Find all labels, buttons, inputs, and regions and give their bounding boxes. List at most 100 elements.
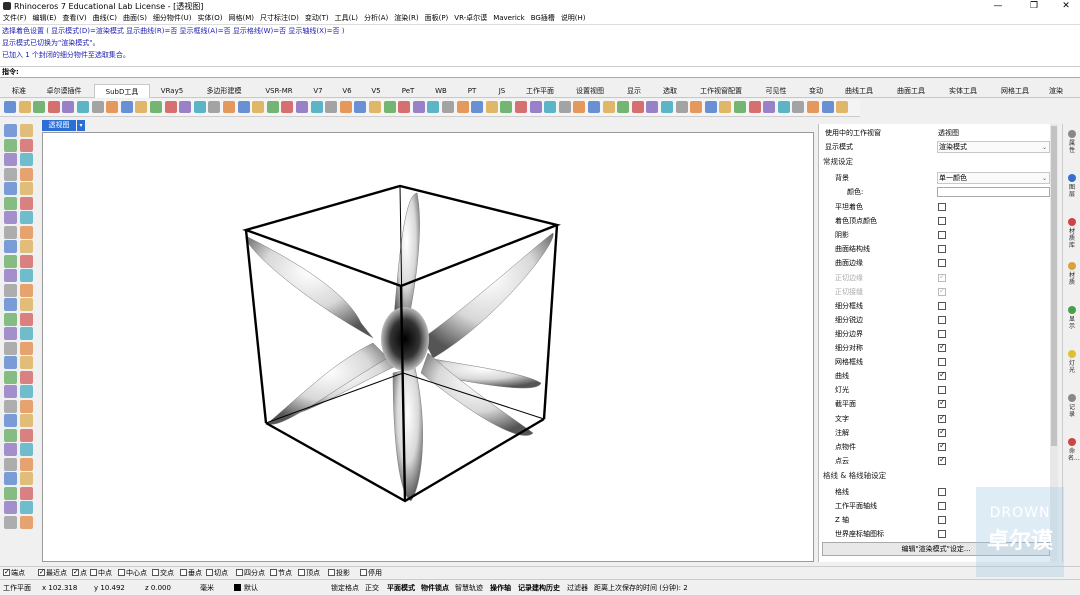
tool-icon[interactable]	[4, 298, 17, 311]
tool-icon[interactable]	[20, 428, 33, 442]
menu-file[interactable]: 文件(F)	[3, 12, 27, 24]
tool-icon[interactable]	[4, 225, 17, 239]
checkbox[interactable]	[938, 358, 946, 367]
subd-tool-icon[interactable]	[354, 101, 367, 113]
tab-js[interactable]: JS	[489, 84, 515, 98]
minimize-button[interactable]: —	[984, 0, 1012, 12]
osnap-checkbox[interactable]	[118, 569, 125, 576]
osnap-toggle[interactable]: 垂点	[180, 568, 202, 578]
subd-tool-icon[interactable]	[427, 101, 440, 113]
subd-tool-icon[interactable]	[237, 101, 250, 113]
tab-solid-tools[interactable]: 实体工具	[940, 84, 986, 98]
tab-v7[interactable]: V7	[305, 84, 331, 98]
subd-tool-icon[interactable]	[573, 101, 586, 113]
osnap-toggle[interactable]: 切点	[206, 568, 228, 578]
osnap-checkbox[interactable]	[180, 569, 187, 576]
subd-tool-icon[interactable]	[602, 101, 615, 113]
osnap-toggle[interactable]: 停用	[360, 568, 382, 578]
menu-edit[interactable]: 编辑(E)	[33, 12, 57, 24]
subd-tool-icon[interactable]	[558, 101, 571, 113]
background-select[interactable]: 单一颜色 ⌄	[937, 172, 1050, 184]
background-color-swatch[interactable]	[937, 187, 1050, 197]
viewport-tab[interactable]: 透视图	[42, 120, 76, 131]
subd-tool-icon[interactable]	[529, 101, 542, 113]
ortho-toggle[interactable]: 正交	[365, 582, 379, 594]
subd-tool-icon[interactable]	[777, 101, 790, 113]
tool-icon[interactable]	[20, 211, 33, 224]
tool-icon[interactable]	[4, 124, 17, 137]
tab-cplane[interactable]: 工作平面	[518, 84, 562, 98]
checkbox[interactable]	[938, 245, 946, 254]
right-tab[interactable]: 命名...	[1064, 438, 1080, 462]
subd-tool-icon[interactable]	[106, 101, 119, 113]
subd-tool-icon[interactable]	[4, 101, 16, 113]
tool-icon[interactable]	[4, 138, 17, 152]
osnap-toggle[interactable]: 中心点	[118, 568, 147, 578]
tool-icon[interactable]	[4, 240, 17, 253]
tool-icon[interactable]	[4, 153, 17, 166]
tool-icon[interactable]	[20, 356, 33, 369]
osnap-toggle[interactable]: 四分点	[236, 568, 265, 578]
osnap-toggle[interactable]: 点	[72, 567, 87, 578]
osnap-checkbox[interactable]	[360, 569, 367, 576]
subd-tool-icon[interactable]	[164, 101, 177, 113]
osnap-checkbox[interactable]	[298, 569, 305, 576]
menu-view[interactable]: 查看(V)	[62, 12, 86, 24]
subd-tool-icon[interactable]	[807, 101, 819, 113]
osnap-checkbox[interactable]	[328, 569, 335, 576]
tool-icon[interactable]	[4, 269, 17, 282]
current-layer[interactable]: 默认	[244, 582, 258, 594]
checkbox[interactable]	[938, 203, 946, 211]
subd-tool-icon[interactable]	[734, 101, 746, 113]
tab-transform[interactable]: 变动	[800, 84, 832, 98]
tool-icon[interactable]	[4, 341, 17, 355]
tool-icon[interactable]	[20, 515, 33, 529]
menu-surface[interactable]: 曲面(S)	[123, 12, 147, 24]
osnap-toggle[interactable]: 最近点	[38, 567, 67, 578]
subd-tool-icon[interactable]	[661, 101, 673, 113]
subd-tool-icon[interactable]	[631, 101, 644, 113]
close-button[interactable]: ✕	[1052, 0, 1080, 12]
subd-tool-icon[interactable]	[763, 101, 776, 113]
right-tab[interactable]: 材质	[1064, 262, 1080, 286]
menu-curve[interactable]: 曲线(C)	[93, 12, 117, 24]
osnap-checkbox[interactable]	[90, 569, 97, 576]
maximize-button[interactable]: ❐	[1020, 0, 1048, 12]
checkbox[interactable]	[938, 386, 946, 395]
subd-tool-icon[interactable]	[208, 101, 221, 113]
tool-icon[interactable]	[20, 312, 33, 326]
subd-tool-icon[interactable]	[515, 101, 527, 113]
menu-render[interactable]: 渲染(R)	[394, 12, 418, 24]
tool-icon[interactable]	[20, 501, 33, 514]
grid-snap-toggle[interactable]: 锁定格点	[331, 582, 359, 594]
osnap-checkbox[interactable]	[72, 567, 79, 577]
menu-tools[interactable]: 工具(L)	[335, 12, 358, 24]
cplane-label[interactable]: 工作平面	[3, 582, 31, 594]
tab-surface-tools[interactable]: 曲面工具	[888, 84, 934, 98]
tool-icon[interactable]	[20, 240, 33, 253]
right-tab[interactable]: 材质库	[1064, 218, 1080, 249]
tab-display[interactable]: 显示	[618, 84, 650, 98]
subd-tool-icon[interactable]	[485, 101, 498, 113]
menu-transform[interactable]: 变动(T)	[305, 12, 329, 24]
planar-toggle[interactable]: 平面模式	[387, 582, 415, 594]
tool-icon[interactable]	[4, 443, 17, 456]
osnap-toggle[interactable]: 交点	[152, 568, 174, 578]
checkbox[interactable]	[938, 488, 946, 496]
section-general[interactable]: 常规设定	[823, 155, 853, 169]
subd-tool-icon[interactable]	[18, 101, 31, 113]
tool-icon[interactable]	[20, 298, 33, 311]
tool-icon[interactable]	[20, 472, 33, 485]
tool-icon[interactable]	[4, 414, 17, 427]
subd-tool-icon[interactable]	[719, 101, 732, 113]
subd-tool-icon[interactable]	[223, 101, 235, 113]
subd-tool-icon[interactable]	[792, 101, 805, 113]
checkbox[interactable]	[938, 455, 946, 465]
checkbox[interactable]	[938, 427, 946, 437]
tab-vsr-mr[interactable]: VSR-MR	[258, 84, 300, 98]
menu-analyze[interactable]: 分析(A)	[364, 12, 388, 24]
checkbox[interactable]	[938, 502, 946, 511]
checkbox[interactable]	[938, 272, 946, 282]
tool-icon[interactable]	[20, 167, 33, 181]
subd-tool-icon[interactable]	[588, 101, 600, 113]
